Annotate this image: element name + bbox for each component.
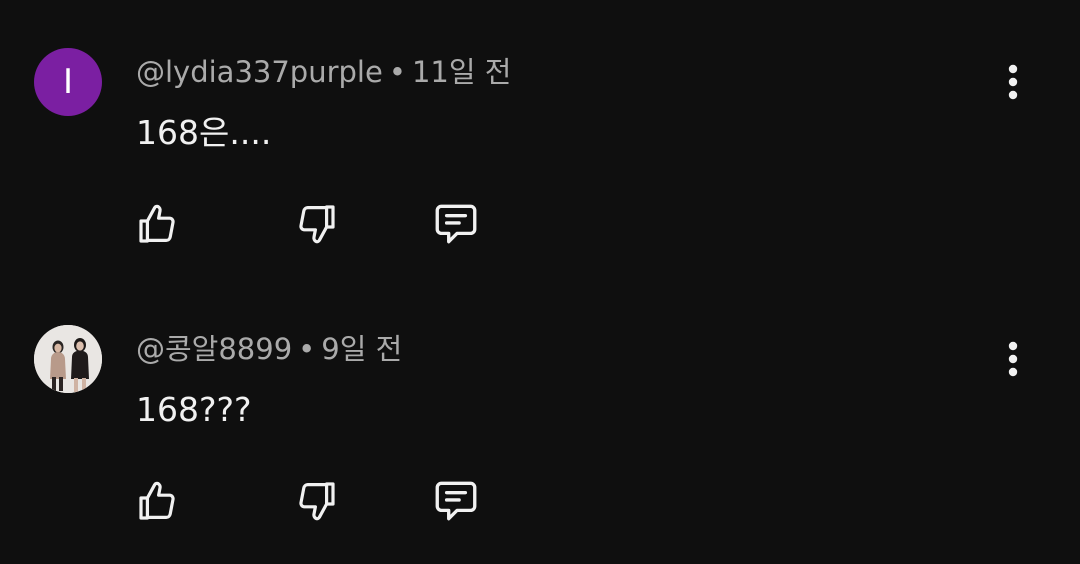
comment-item: @콩알8899 • 9일 전 168??? bbox=[0, 277, 1080, 537]
comment-time[interactable]: 11일 전 bbox=[412, 55, 511, 89]
comment-meta: @콩알8899 • 9일 전 bbox=[136, 329, 402, 369]
like-button[interactable] bbox=[130, 196, 186, 252]
thumb-down-icon bbox=[299, 482, 335, 521]
reply-icon bbox=[435, 481, 477, 521]
comment-author[interactable]: @콩알8899 bbox=[136, 332, 292, 366]
thumb-up-icon bbox=[139, 481, 175, 520]
comment-meta: @lydia337purple • 11일 전 bbox=[136, 52, 511, 92]
comment-author[interactable]: @lydia337purple bbox=[136, 55, 383, 89]
reply-button[interactable] bbox=[428, 473, 484, 529]
comment-item: I @lydia337purple • 11일 전 168은.... bbox=[0, 0, 1080, 260]
avatar-letter: I bbox=[62, 62, 74, 102]
avatar[interactable]: I bbox=[34, 48, 102, 116]
thumb-down-icon bbox=[299, 205, 335, 244]
dislike-button[interactable] bbox=[288, 196, 344, 252]
more-vert-icon bbox=[1008, 64, 1018, 100]
dislike-button[interactable] bbox=[288, 473, 344, 529]
comment-text: 168??? bbox=[136, 390, 252, 429]
more-options-button[interactable] bbox=[992, 337, 1034, 381]
reply-icon bbox=[435, 204, 477, 244]
avatar-photo-image bbox=[34, 325, 102, 393]
avatar[interactable] bbox=[34, 325, 102, 393]
thumb-up-icon bbox=[139, 204, 175, 243]
more-vert-icon bbox=[1008, 341, 1018, 377]
comment-text: 168은.... bbox=[136, 113, 272, 152]
more-options-button[interactable] bbox=[992, 60, 1034, 104]
comment-time[interactable]: 9일 전 bbox=[321, 332, 402, 366]
reply-button[interactable] bbox=[428, 196, 484, 252]
meta-separator: • bbox=[298, 332, 316, 366]
meta-separator: • bbox=[388, 55, 406, 89]
like-button[interactable] bbox=[130, 473, 186, 529]
